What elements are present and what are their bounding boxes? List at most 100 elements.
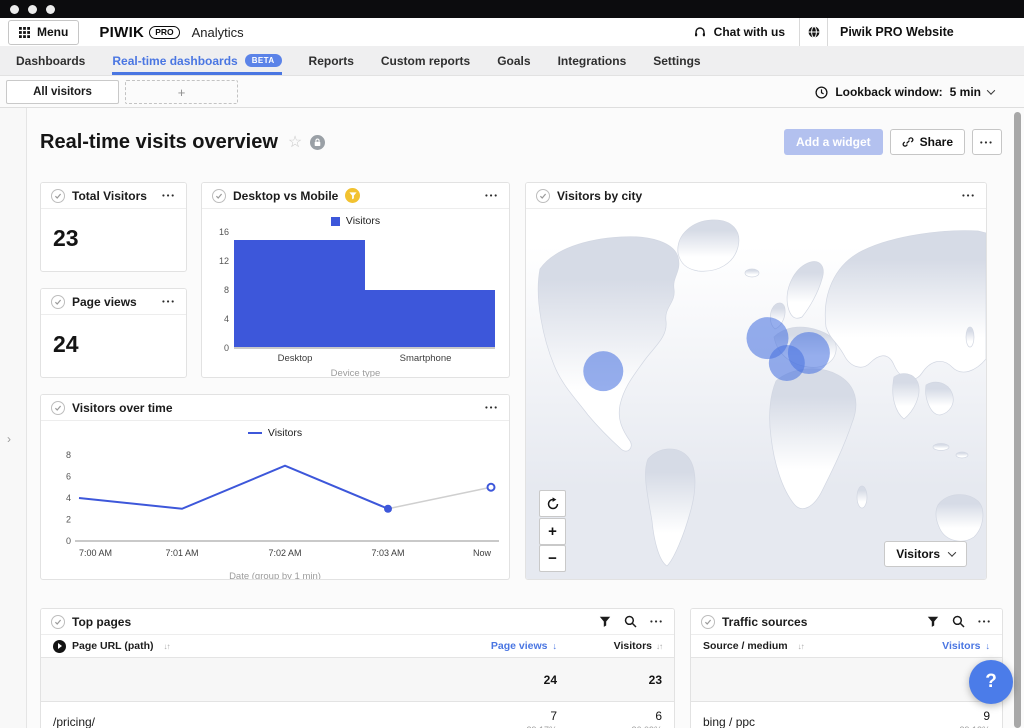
product-name: Analytics	[192, 25, 244, 40]
widget-total-visitors: Total Visitors ••• 23	[40, 182, 187, 272]
search-icon[interactable]	[624, 615, 637, 628]
sort-icon[interactable]: ↓↑	[163, 642, 169, 651]
nav-tab-integrations[interactable]: Integrations	[558, 46, 627, 75]
favorite-star-icon[interactable]: ☆	[288, 132, 302, 152]
nav-tab-dashboards[interactable]: Dashboards	[16, 46, 85, 75]
beta-badge: BETA	[245, 54, 282, 67]
window-maximize-button[interactable]	[46, 5, 55, 14]
filter-icon[interactable]	[927, 616, 939, 628]
traffic-sources-summary-row: 23	[691, 658, 1002, 702]
bar-chart-xlabel: Device type	[202, 368, 509, 378]
city-bubble[interactable]	[583, 351, 623, 391]
bar-chart-xlabels: DesktopSmartphone	[234, 353, 495, 364]
search-icon[interactable]	[952, 615, 965, 628]
city-bubble[interactable]	[769, 345, 805, 381]
main-navigation: Dashboards Real-time dashboards BETA Rep…	[0, 46, 1024, 76]
widget-title: Top pages	[72, 615, 131, 629]
check-circle-icon	[212, 189, 226, 203]
left-panel-strip: ›	[0, 108, 27, 728]
help-button[interactable]: ?	[969, 660, 1013, 704]
widget-menu-button[interactable]: •••	[485, 403, 499, 412]
grid-menu-icon	[19, 27, 30, 38]
widget-menu-button[interactable]: •••	[978, 617, 992, 626]
total-visitors-value: 23	[41, 209, 186, 268]
column-page-url[interactable]: Page URL (path)	[72, 640, 153, 652]
legend-line-swatch	[248, 432, 262, 434]
table-row[interactable]: /pricing/ 729.17% 626.09%	[41, 702, 674, 728]
column-source-medium[interactable]: Source / medium	[703, 640, 788, 652]
column-page-views[interactable]: Page views↓	[452, 640, 557, 652]
piwik-pro-logo[interactable]: PIWIK PRO Analytics	[99, 24, 243, 41]
nav-tab-realtime-dashboards[interactable]: Real-time dashboards BETA	[112, 46, 281, 75]
lookback-window-selector[interactable]: Lookback window: 5 min	[815, 85, 994, 99]
segment-tab-all-visitors[interactable]: All visitors	[6, 80, 119, 104]
x-tick-label: Desktop	[278, 353, 313, 364]
world-map[interactable]: + − Visitors	[526, 209, 986, 580]
map-metric-selector[interactable]: Visitors	[884, 541, 967, 567]
y-tick-label: 0	[224, 343, 229, 353]
line-chart-legend: Visitors	[41, 427, 509, 439]
bar-chart-legend: Visitors	[202, 215, 509, 227]
map-zoom-in-button[interactable]: +	[539, 518, 566, 545]
dimension-play-icon[interactable]	[53, 640, 66, 653]
top-pages-header-row: Page URL (path) ↓↑ Page views↓ Visitors↓…	[41, 635, 674, 658]
check-circle-icon	[51, 295, 65, 309]
data-point[interactable]	[384, 505, 392, 513]
page-views-value: 24	[41, 315, 186, 374]
map-zoom-out-button[interactable]: −	[539, 545, 566, 572]
menu-button-label: Menu	[37, 25, 68, 39]
check-circle-icon	[51, 615, 65, 629]
sort-icon[interactable]: ↓↑	[798, 642, 804, 651]
column-visitors[interactable]: Visitors↓↑	[557, 640, 662, 652]
legend-label: Visitors	[268, 427, 302, 439]
share-button[interactable]: Share	[890, 129, 965, 155]
widget-menu-button[interactable]: •••	[162, 191, 176, 200]
menu-button[interactable]: Menu	[8, 20, 79, 45]
y-tick-label: 16	[219, 227, 229, 237]
widget-title: Visitors by city	[557, 189, 642, 203]
page-url-cell[interactable]: /pricing/	[53, 715, 452, 728]
y-tick-label: 8	[224, 285, 229, 295]
add-widget-button[interactable]: Add a widget	[784, 129, 883, 155]
nav-tab-custom-reports[interactable]: Custom reports	[381, 46, 470, 75]
widget-menu-button[interactable]: •••	[962, 191, 976, 200]
data-point[interactable]	[488, 484, 495, 491]
expand-sidebar-chevron[interactable]: ›	[7, 432, 11, 446]
site-selector[interactable]: Piwik PRO Website	[799, 18, 1024, 46]
top-pages-summary-row: 24 23	[41, 658, 674, 702]
line-chart-xlabel: Date (group by 1 min)	[41, 571, 509, 580]
bar-desktop[interactable]	[234, 240, 365, 347]
add-segment-tab-button[interactable]: +	[125, 80, 238, 104]
nav-tab-reports[interactable]: Reports	[309, 46, 354, 75]
window-minimize-button[interactable]	[28, 5, 37, 14]
source-medium-cell[interactable]: bing / ppc	[703, 715, 902, 728]
chat-with-us-button[interactable]: Chat with us	[693, 18, 799, 46]
map-reset-view-button[interactable]	[539, 490, 566, 517]
dashboard-main: › Real-time visits overview ☆ Add a widg…	[0, 108, 1024, 728]
brand-pro-badge: PRO	[149, 26, 179, 39]
nav-tab-settings[interactable]: Settings	[653, 46, 700, 75]
svg-text:Now: Now	[473, 548, 492, 558]
window-close-button[interactable]	[10, 5, 19, 14]
table-row[interactable]: bing / ppc 939.13%	[691, 702, 1002, 728]
chat-label: Chat with us	[714, 25, 785, 39]
vertical-scrollbar[interactable]	[1014, 112, 1021, 728]
app-header: Menu PIWIK PRO Analytics Chat with us Pi…	[0, 18, 1024, 46]
svg-text:7:00 AM: 7:00 AM	[79, 548, 112, 558]
widget-menu-button[interactable]: •••	[650, 617, 664, 626]
filter-applied-badge[interactable]	[345, 188, 360, 203]
bar-chart-plot	[234, 233, 495, 349]
widget-visitors-by-city: Visitors by city •••	[525, 182, 987, 580]
site-name: Piwik PRO Website	[828, 18, 1024, 46]
widget-desktop-vs-mobile: Desktop vs Mobile ••• Visitors 0481216 D…	[201, 182, 510, 378]
nav-tab-goals[interactable]: Goals	[497, 46, 530, 75]
legend-swatch	[331, 217, 340, 226]
link-icon	[902, 136, 914, 148]
column-visitors[interactable]: Visitors↓	[902, 640, 990, 652]
bar-smartphone[interactable]	[365, 290, 496, 347]
widget-menu-button[interactable]: •••	[162, 297, 176, 306]
filter-icon[interactable]	[599, 616, 611, 628]
sort-desc-icon: ↓	[986, 641, 991, 651]
dashboard-options-button[interactable]: •••	[972, 129, 1002, 155]
widget-menu-button[interactable]: •••	[485, 191, 499, 200]
